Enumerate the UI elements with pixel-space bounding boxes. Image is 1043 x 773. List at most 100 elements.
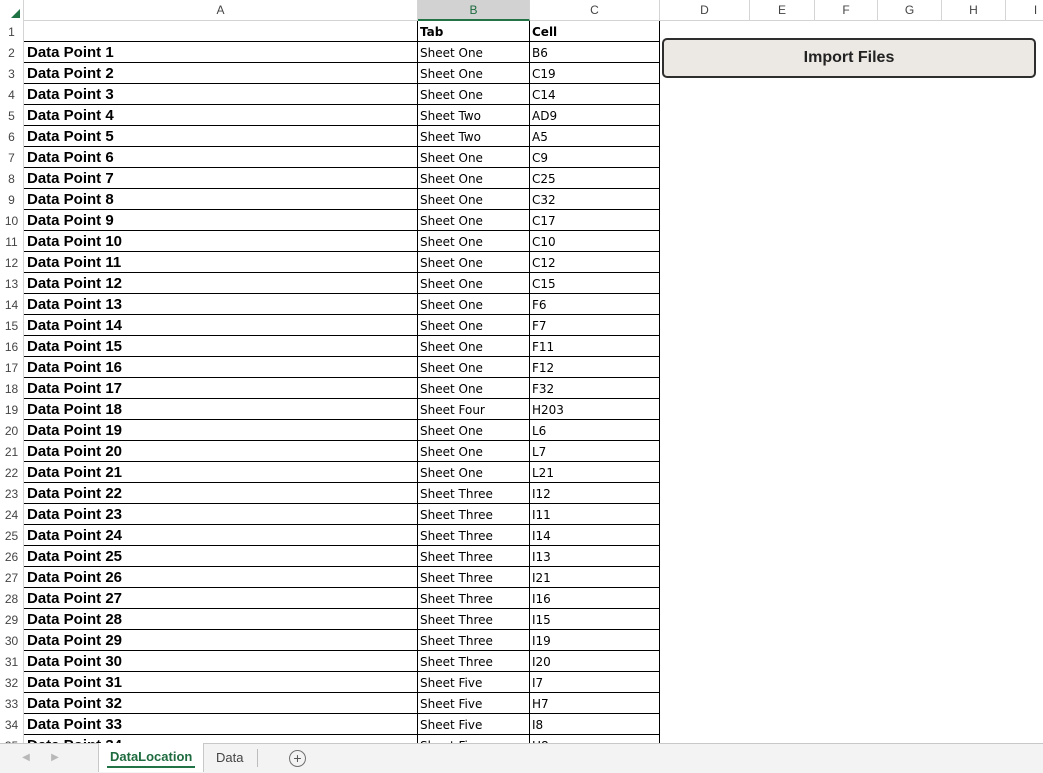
cell-ref-cell[interactable]: F7 (530, 315, 660, 336)
tab-name-cell[interactable]: Sheet Three (418, 651, 530, 672)
cell-b1-header-tab[interactable]: Tab (418, 21, 530, 42)
data-point-name-cell[interactable]: Data Point 20 (24, 441, 418, 462)
row-header[interactable]: 17 (0, 357, 23, 378)
data-point-name-cell[interactable]: Data Point 24 (24, 525, 418, 546)
tab-name-cell[interactable]: Sheet Three (418, 609, 530, 630)
cell-ref-cell[interactable]: H7 (530, 693, 660, 714)
tab-name-cell[interactable]: Sheet Five (418, 693, 530, 714)
tab-name-cell[interactable]: Sheet One (418, 63, 530, 84)
row-header[interactable]: 20 (0, 420, 23, 441)
tab-name-cell[interactable]: Sheet One (418, 252, 530, 273)
tab-name-cell[interactable]: Sheet Three (418, 588, 530, 609)
cell-ref-cell[interactable]: I11 (530, 504, 660, 525)
cell-ref-cell[interactable]: C9 (530, 147, 660, 168)
data-point-name-cell[interactable]: Data Point 1 (24, 42, 418, 63)
row-header[interactable]: 33 (0, 693, 23, 714)
triangle-right-icon[interactable]: ▶ (50, 752, 60, 764)
row-header[interactable]: 13 (0, 273, 23, 294)
data-point-name-cell[interactable]: Data Point 34 (24, 735, 418, 743)
tab-name-cell[interactable]: Sheet One (418, 462, 530, 483)
tab-name-cell[interactable]: Sheet Two (418, 126, 530, 147)
data-point-name-cell[interactable]: Data Point 26 (24, 567, 418, 588)
tab-name-cell[interactable]: Sheet Three (418, 483, 530, 504)
row-header[interactable]: 27 (0, 567, 23, 588)
data-point-name-cell[interactable]: Data Point 10 (24, 231, 418, 252)
data-point-name-cell[interactable]: Data Point 15 (24, 336, 418, 357)
cell-ref-cell[interactable]: I15 (530, 609, 660, 630)
row-header[interactable]: 35 (0, 735, 23, 743)
column-header-c[interactable]: C (530, 0, 660, 21)
cell-ref-cell[interactable]: H8 (530, 735, 660, 743)
column-header-h[interactable]: H (942, 0, 1006, 21)
cell-ref-cell[interactable]: F32 (530, 378, 660, 399)
data-point-name-cell[interactable]: Data Point 33 (24, 714, 418, 735)
plus-circle-icon[interactable]: + (289, 750, 306, 767)
tab-name-cell[interactable]: Sheet One (418, 84, 530, 105)
column-header-f[interactable]: F (815, 0, 878, 21)
row-header[interactable]: 1 (0, 21, 23, 42)
cell-ref-cell[interactable]: C10 (530, 231, 660, 252)
tab-name-cell[interactable]: Sheet One (418, 189, 530, 210)
cell-ref-cell[interactable]: C17 (530, 210, 660, 231)
tab-name-cell[interactable]: Sheet One (418, 147, 530, 168)
tab-name-cell[interactable]: Sheet One (418, 336, 530, 357)
row-header[interactable]: 10 (0, 210, 23, 231)
tab-name-cell[interactable]: Sheet One (418, 231, 530, 252)
column-header-g[interactable]: G (878, 0, 942, 21)
row-header[interactable]: 5 (0, 105, 23, 126)
data-point-name-cell[interactable]: Data Point 2 (24, 63, 418, 84)
row-header[interactable]: 29 (0, 609, 23, 630)
cell-ref-cell[interactable]: C19 (530, 63, 660, 84)
cell-ref-cell[interactable]: C12 (530, 252, 660, 273)
cell-ref-cell[interactable]: I21 (530, 567, 660, 588)
cell-ref-cell[interactable]: A5 (530, 126, 660, 147)
cell-ref-cell[interactable]: I19 (530, 630, 660, 651)
data-point-name-cell[interactable]: Data Point 6 (24, 147, 418, 168)
row-header[interactable]: 34 (0, 714, 23, 735)
tab-name-cell[interactable]: Sheet Five (418, 735, 530, 743)
cell-ref-cell[interactable]: I13 (530, 546, 660, 567)
cell-ref-cell[interactable]: I12 (530, 483, 660, 504)
tab-datalocation[interactable]: DataLocation (98, 743, 205, 772)
row-header[interactable]: 12 (0, 252, 23, 273)
cell-ref-cell[interactable]: F12 (530, 357, 660, 378)
tab-name-cell[interactable]: Sheet Three (418, 525, 530, 546)
tab-name-cell[interactable]: Sheet Four (418, 399, 530, 420)
data-point-name-cell[interactable]: Data Point 19 (24, 420, 418, 441)
cell-ref-cell[interactable]: L6 (530, 420, 660, 441)
data-point-name-cell[interactable]: Data Point 11 (24, 252, 418, 273)
data-point-name-cell[interactable]: Data Point 4 (24, 105, 418, 126)
cell-ref-cell[interactable]: I20 (530, 651, 660, 672)
row-header[interactable]: 31 (0, 651, 23, 672)
data-point-name-cell[interactable]: Data Point 5 (24, 126, 418, 147)
triangle-left-icon[interactable]: ◀ (21, 752, 31, 764)
tab-name-cell[interactable]: Sheet One (418, 378, 530, 399)
data-point-name-cell[interactable]: Data Point 8 (24, 189, 418, 210)
cell-ref-cell[interactable]: I14 (530, 525, 660, 546)
cell-ref-cell[interactable]: L21 (530, 462, 660, 483)
row-header[interactable]: 22 (0, 462, 23, 483)
data-point-name-cell[interactable]: Data Point 22 (24, 483, 418, 504)
cell-ref-cell[interactable]: C25 (530, 168, 660, 189)
tab-name-cell[interactable]: Sheet Three (418, 630, 530, 651)
data-point-name-cell[interactable]: Data Point 30 (24, 651, 418, 672)
column-header-d[interactable]: D (660, 0, 750, 21)
row-header[interactable]: 14 (0, 294, 23, 315)
tab-name-cell[interactable]: Sheet One (418, 315, 530, 336)
row-header[interactable]: 18 (0, 378, 23, 399)
tab-name-cell[interactable]: Sheet Two (418, 105, 530, 126)
tab-name-cell[interactable]: Sheet One (418, 210, 530, 231)
data-point-name-cell[interactable]: Data Point 17 (24, 378, 418, 399)
row-header[interactable]: 28 (0, 588, 23, 609)
data-point-name-cell[interactable]: Data Point 9 (24, 210, 418, 231)
tab-name-cell[interactable]: Sheet Five (418, 672, 530, 693)
column-header-a[interactable]: A (24, 0, 418, 21)
data-point-name-cell[interactable]: Data Point 32 (24, 693, 418, 714)
row-header[interactable]: 4 (0, 84, 23, 105)
import-files-button[interactable]: Import Files (662, 38, 1036, 78)
data-point-name-cell[interactable]: Data Point 23 (24, 504, 418, 525)
data-point-name-cell[interactable]: Data Point 18 (24, 399, 418, 420)
cell-ref-cell[interactable]: C14 (530, 84, 660, 105)
row-header[interactable]: 7 (0, 147, 23, 168)
row-header[interactable]: 32 (0, 672, 23, 693)
